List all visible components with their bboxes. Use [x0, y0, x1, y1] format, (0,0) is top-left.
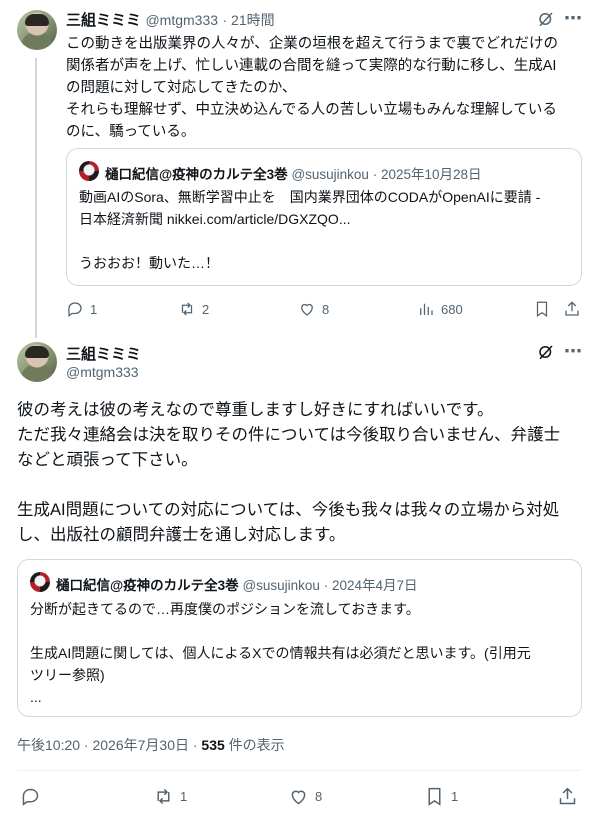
like-icon	[301, 303, 313, 316]
quoted-text-line	[30, 620, 575, 642]
quoted-text-line: 日本経済新聞 nikkei.com/article/DGXZQO...	[79, 211, 351, 227]
quoted-avatar	[30, 572, 50, 592]
bookmark-icon	[536, 301, 548, 317]
quoted-tweet[interactable]: 樋口紀信@疫神のカルテ全3巻 @susujinkou · 2024年4月7日 分…	[17, 559, 582, 717]
views-label: 件の表示	[224, 737, 285, 753]
quoted-tweet[interactable]: 樋口紀信@疫神のカルテ全3巻 @susujinkou · 2025年10月28日…	[66, 148, 582, 286]
tweet-actions: 1 8 1	[20, 785, 580, 807]
tweet-text-line: 生成AI問題についての対応については、今後も我々は我々の立場から対処	[17, 501, 560, 519]
reply-icon	[68, 302, 82, 318]
quoted-text-line: ツリー参照)	[30, 667, 105, 683]
share-button[interactable]	[563, 300, 581, 318]
thread-connector-line	[35, 58, 37, 338]
reply-icon	[22, 788, 39, 806]
grok-icon[interactable]	[537, 10, 555, 28]
more-icon[interactable]: ⋯	[564, 342, 582, 360]
quoted-header: 樋口紀信@疫神のカルテ全3巻 @susujinkou · 2025年10月28日	[105, 163, 482, 183]
bookmark-icon	[428, 787, 441, 806]
author-name[interactable]: 三組ミミミ	[66, 343, 141, 364]
tweet-text-line: のに、驕っている。	[66, 124, 196, 140]
repost-button[interactable]: 1	[153, 786, 187, 807]
share-button[interactable]	[557, 786, 578, 807]
tweet-header: 三組ミミミ @mtgm333 · 21時間	[66, 9, 275, 30]
post-meta: 午後10:20 · 2026年7月30日 · 535 件の表示	[17, 735, 285, 755]
tweet-text: 彼の考えは彼の考えなので尊重しますし好きにすればいいです。 ただ我々連絡会は決を…	[17, 398, 582, 548]
tweet-text-line: 彼の考えは彼の考えなので尊重しますし好きにすればいいです。	[17, 401, 494, 419]
like-icon	[291, 790, 306, 804]
quoted-text-line: 分断が起きてるので…再度僕のポジションを流しておきます。	[30, 601, 420, 617]
like-count: 8	[322, 301, 330, 317]
tweet-actions: 1 2 8 680	[66, 299, 582, 319]
quoted-text-line: うおおお！動いた…！	[79, 255, 219, 271]
tweet-text-line: 関係者が声を上げ、忙しい連載の合間を縫って実際的な行動に移し、生成AI	[66, 58, 557, 74]
repost-icon	[181, 302, 193, 316]
quoted-text-line: ...	[30, 689, 42, 705]
quoted-text: 動画AIのSora、無断学習中止を 国内業界団体のCODAがOpenAIに要請 …	[79, 186, 575, 274]
views-count: 680	[441, 301, 463, 317]
share-icon	[565, 301, 579, 316]
repost-icon	[157, 788, 170, 804]
like-button[interactable]: 8	[288, 786, 322, 807]
more-icon[interactable]: ⋯	[564, 9, 582, 27]
bookmark-button[interactable]: 1	[424, 786, 458, 807]
grok-icon[interactable]	[537, 343, 555, 361]
tweet-text-line: それらも理解せず、中立決め込んでる人の苦しい立場もみんな理解している	[66, 102, 557, 118]
bookmark-button[interactable]	[533, 300, 551, 318]
tweet-text-line: などと頑張って下さい。	[17, 451, 198, 469]
quoted-author-handle: @susujinkou	[242, 578, 320, 593]
reply-button[interactable]	[20, 786, 41, 807]
quoted-text-line	[79, 230, 575, 252]
post-time[interactable]: · 21時間	[223, 12, 275, 28]
tweet-text: この動きを出版業界の人々が、企業の垣根を超えて行うまで裏でどれだけの 関係者が声…	[66, 33, 581, 143]
author-name[interactable]: 三組ミミミ	[66, 12, 141, 29]
views-total[interactable]: 535	[201, 737, 224, 753]
avatar[interactable]	[17, 10, 57, 50]
author-handle[interactable]: @mtgm333	[66, 364, 139, 380]
reply-button[interactable]: 1	[66, 300, 97, 318]
author-handle[interactable]: @mtgm333	[145, 12, 218, 28]
bookmark-count: 1	[451, 788, 459, 804]
reply-count: 1	[90, 301, 98, 317]
quoted-date: · 2024年4月7日	[323, 578, 418, 593]
tweet-text-line: ただ我々連絡会は決を取りその件については今後取り合いません、弁護士	[17, 426, 561, 444]
repost-count: 2	[202, 301, 210, 317]
avatar[interactable]	[17, 342, 57, 382]
views-button[interactable]: 680	[417, 300, 463, 318]
repost-button[interactable]: 2	[178, 300, 209, 318]
quoted-date: · 2025年10月28日	[372, 167, 482, 182]
quoted-author-name: 樋口紀信@疫神のカルテ全3巻	[56, 578, 239, 593]
like-button[interactable]: 8	[298, 300, 329, 318]
repost-count: 1	[180, 788, 188, 804]
quoted-header: 樋口紀信@疫神のカルテ全3巻 @susujinkou · 2024年4月7日	[56, 574, 418, 594]
quoted-text: 分断が起きてるので…再度僕のポジションを流しておきます。 生成AI問題に関しては…	[30, 598, 575, 708]
tweet-text-line	[17, 473, 582, 498]
quoted-author-handle: @susujinkou	[291, 167, 369, 182]
tweet-text-line: し、出版社の顧問弁護士を通し対応します。	[17, 526, 346, 544]
quoted-avatar	[79, 161, 99, 181]
quoted-text-line: 生成AI問題に関しては、個人によるXでの情報共有は必須だと思います。(引用元	[30, 645, 531, 661]
post-datetime[interactable]: 午後10:20 · 2026年7月30日 ·	[17, 737, 201, 753]
share-icon	[559, 787, 576, 804]
views-icon	[420, 303, 433, 315]
like-count: 8	[315, 788, 323, 804]
quoted-author-name: 樋口紀信@疫神のカルテ全3巻	[105, 167, 288, 182]
tweet-text-line: この動きを出版業界の人々が、企業の垣根を超えて行うまで裏でどれだけの	[66, 36, 558, 52]
divider	[17, 770, 581, 771]
quoted-text-line: 動画AIのSora、無断学習中止を 国内業界団体のCODAがOpenAIに要請 …	[79, 189, 541, 205]
tweet-text-line: の問題に対して対応してきたのか、	[66, 80, 297, 96]
